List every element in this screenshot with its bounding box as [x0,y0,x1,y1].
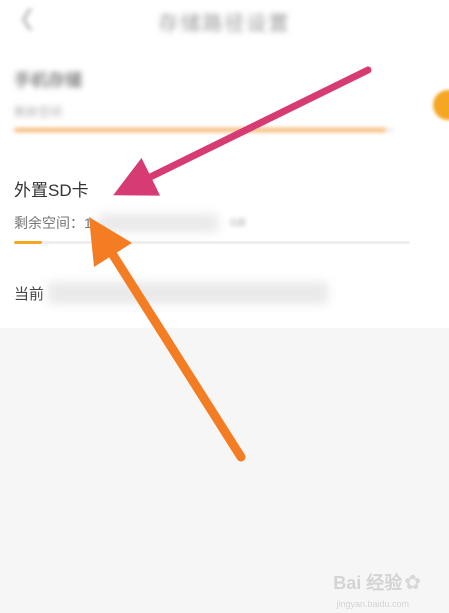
baidu-watermark: Bai 经验 ✿ [333,569,421,595]
paw-logo-icon: ✿ [404,571,421,594]
watermark-url: jingyan.baidu.com [336,599,409,609]
watermark-text: Bai 经验 [333,573,403,593]
annotation-arrows [88,66,372,462]
orange-arrow [88,216,246,462]
pink-arrow [113,66,372,196]
